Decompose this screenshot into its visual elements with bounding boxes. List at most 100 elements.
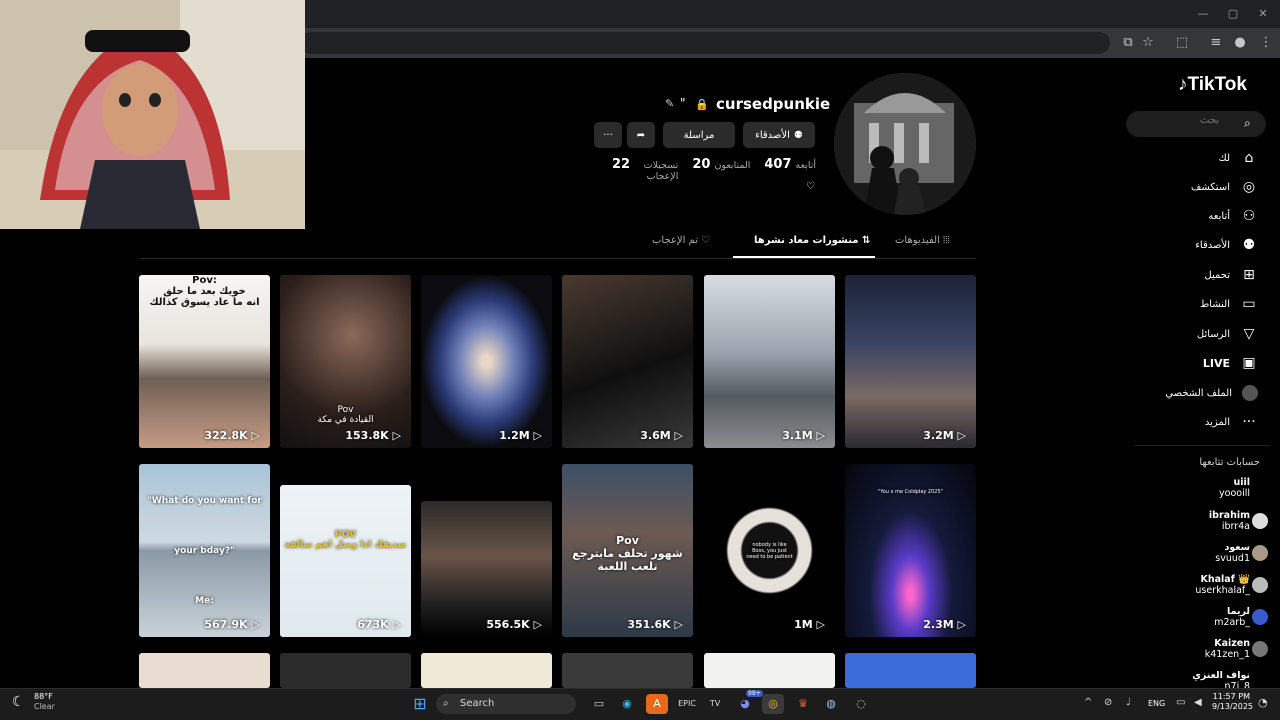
sidebar-divider (1134, 445, 1270, 446)
video-tile[interactable]: "What do you want for your bday?" Me: 56… (139, 464, 270, 637)
video-tile[interactable]: 1.2M ▷ (421, 275, 552, 448)
windows-start-icon[interactable]: ⊞ (409, 694, 431, 714)
nav-for-you[interactable]: لك ⌂ (1118, 147, 1258, 169)
microphone-icon[interactable]: ♩ (1126, 697, 1131, 708)
nav-upload[interactable]: تحميل ⊞ (1118, 264, 1258, 286)
following-account[interactable]: سعود svuud1 (1150, 542, 1250, 564)
profile-avatar-image (834, 73, 976, 215)
display-icon[interactable]: ▭ (1176, 697, 1185, 708)
video-tile[interactable]: 3.1M ▷ (704, 275, 835, 448)
search-icon[interactable]: ⌕ (1244, 116, 1251, 131)
nav-following[interactable]: أتابعه ⚇ (1118, 205, 1258, 227)
nav-live[interactable]: LIVE ▣ (1118, 352, 1258, 374)
notification-center-icon[interactable]: ◔ (1258, 696, 1268, 709)
repost-icon: ⇅ (861, 235, 871, 246)
tab-liked[interactable]: تم الإعجاب ♡ (652, 235, 710, 246)
share-button[interactable]: ➦ (627, 122, 655, 148)
task-view-icon[interactable]: ▭ (588, 694, 610, 714)
nav-explore[interactable]: استكشف ◎ (1118, 176, 1258, 198)
nav-activity[interactable]: النشاط ▭ (1118, 293, 1258, 315)
profile-bio: ♡ (806, 181, 815, 192)
tray-icon[interactable]: ⊘ (1104, 697, 1112, 708)
webcam-overlay (0, 0, 305, 229)
speaker-icon[interactable]: ◀ (1194, 697, 1202, 708)
profile-avatar-icon[interactable]: ● (1230, 33, 1250, 53)
video-views: 1M ▷ (794, 618, 825, 631)
tab-videos[interactable]: الفيديوهات ⦙⦙⦙ (895, 235, 950, 246)
language-indicator[interactable]: ENG (1148, 699, 1165, 708)
chevron-up-icon[interactable]: ^ (1084, 697, 1092, 708)
app-tv-icon[interactable]: TV (704, 694, 726, 714)
edge-icon[interactable]: ◉ (616, 694, 638, 714)
nav-profile[interactable]: الملف الشخصي (1118, 382, 1258, 404)
video-views: 1.2M ▷ (499, 429, 542, 442)
nav-friends[interactable]: الأصدقاء ⚉ (1118, 234, 1258, 256)
media-icon[interactable]: ≡ (1206, 33, 1226, 53)
video-tile[interactable]: 556.5K ▷ (421, 501, 552, 637)
close-window-button[interactable]: ✕ (1248, 4, 1278, 24)
video-tile[interactable]: Pov القيادة في مكة 153.8K ▷ (280, 275, 411, 448)
video-caption: Pov القيادة في مكة (317, 405, 374, 425)
search-placeholder: بحث (1200, 115, 1220, 126)
video-tile[interactable]: 3.2M ▷ (845, 275, 976, 448)
grid-icon: ⦙⦙⦙ (943, 235, 950, 246)
minimize-button[interactable]: — (1188, 4, 1218, 24)
nav-messages[interactable]: الرسائل ▽ (1118, 323, 1258, 345)
video-tile[interactable] (562, 653, 693, 688)
video-tile[interactable] (845, 653, 976, 688)
more-options-button[interactable]: ··· (594, 122, 622, 148)
steam-icon[interactable]: ◍ (820, 694, 842, 714)
epic-games-icon[interactable]: EPIC (676, 694, 698, 714)
following-account[interactable]: Khalaf 👑 userkhalaf_ (1150, 574, 1250, 596)
app-icon-2[interactable]: ◌ (850, 694, 872, 714)
extensions-icon[interactable]: ⬚ (1172, 33, 1192, 53)
video-tile[interactable]: Pov شهور تحلف مابترجع تلعب اللعبة 351.6K… (562, 464, 693, 637)
video-tile[interactable] (139, 653, 270, 688)
video-tile[interactable]: "You x me Coldplay 2025" 2.3M ▷ (845, 464, 976, 637)
video-views: 322.8K ▷ (204, 429, 260, 442)
following-account[interactable]: uiil yoooill (1150, 477, 1250, 499)
pill-icon: ✎ (665, 97, 675, 110)
following-account[interactable]: لريما m2arb_ (1150, 606, 1250, 628)
avatar[interactable] (1252, 577, 1268, 593)
maximize-button[interactable]: ▢ (1218, 4, 1248, 24)
video-tile[interactable]: POV صديقك اذا وصل اهم سالفة 673K ▷ (280, 485, 411, 637)
video-tile[interactable] (280, 653, 411, 688)
video-views: 351.6K ▷ (627, 618, 683, 631)
friends-icon: ⚉ (793, 129, 803, 141)
discord-icon[interactable]: ◕ (734, 694, 756, 714)
menu-icon[interactable]: ⋮ (1256, 33, 1276, 53)
following-account[interactable]: ibrahim ibrr4a (1150, 510, 1250, 532)
video-tile[interactable]: 3.6M ▷ (562, 275, 693, 448)
friends-button[interactable]: الأصدقاء ⚉ (743, 122, 815, 148)
tiktok-logo[interactable]: ♪TikTok (1178, 74, 1247, 96)
chrome-icon[interactable]: ◎ (762, 694, 784, 714)
following-account[interactable]: نواف العنزي n7i_8 (1150, 670, 1250, 688)
weather-widget[interactable]: 88°F Clear (34, 692, 55, 712)
brave-icon[interactable]: ♛ (792, 694, 814, 714)
taskbar-search[interactable]: ⌕ Search (436, 694, 576, 714)
bookmark-star-icon[interactable]: ☆ (1138, 33, 1158, 53)
video-tile[interactable] (421, 653, 552, 688)
address-bar[interactable] (300, 32, 1110, 54)
avatar[interactable] (1252, 513, 1268, 529)
video-tile[interactable] (704, 653, 835, 688)
video-caption: "You x me Coldplay 2025" (878, 489, 943, 495)
clock[interactable]: 11:57 PM 9/13/2025 (1212, 692, 1253, 712)
avatar[interactable] (1252, 641, 1268, 657)
app-icon[interactable]: A (646, 694, 668, 714)
video-tile[interactable]: nobody is like Boss, you just need to be… (704, 464, 835, 637)
stat-following[interactable]: أتابعه 407 (764, 157, 816, 172)
following-account[interactable]: Kaizen k41zen_1 (1150, 638, 1250, 660)
tiktok-note-icon: ♪ (1178, 74, 1188, 95)
cast-icon[interactable]: ⧉ (1118, 33, 1138, 53)
tab-reposts[interactable]: منشورات معاد نشرها ⇅ (754, 235, 870, 246)
stat-followers[interactable]: المتابعون 20 (692, 157, 750, 172)
nav-more[interactable]: المزيد ··· (1118, 411, 1258, 433)
upload-icon: ⊞ (1243, 267, 1255, 283)
message-button[interactable]: مراسلة (663, 122, 735, 148)
avatar[interactable] (1252, 545, 1268, 561)
video-tile[interactable]: Pov: خويك بعد ما حلق انه ما عاد يسوق كذا… (139, 275, 270, 448)
avatar[interactable] (1252, 609, 1268, 625)
video-caption: "What do you want for your bday?" Me: (147, 496, 262, 606)
